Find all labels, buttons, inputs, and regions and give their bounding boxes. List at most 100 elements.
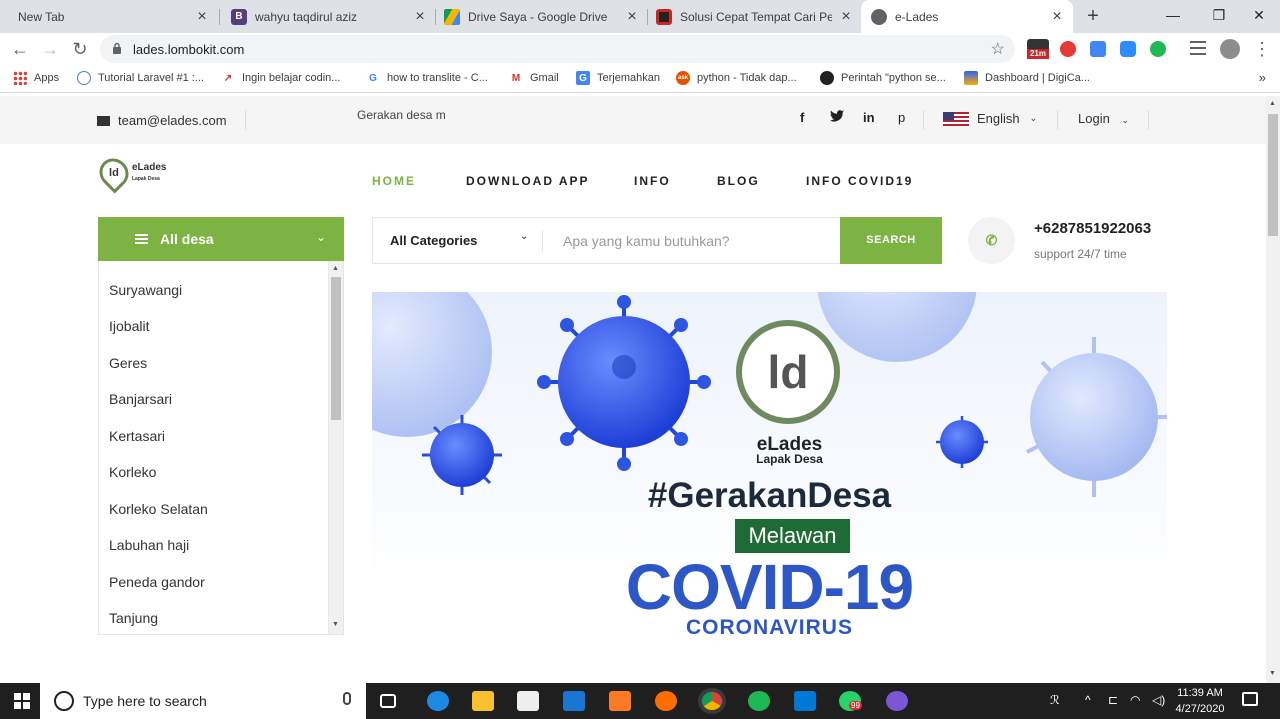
taskbar-search[interactable]: Type here to search [40, 683, 366, 719]
desa-item-peneda-gandor[interactable]: Peneda gandor [109, 574, 205, 590]
show-hidden-icons[interactable]: ^ [1085, 693, 1091, 707]
desa-item-tanjung[interactable]: Tanjung [109, 610, 158, 626]
nav-blog[interactable]: BLOG [717, 174, 760, 188]
site-logo[interactable]: ld eLades Lapak Desa [93, 152, 166, 194]
purple-app-icon[interactable] [886, 691, 908, 711]
nav-home[interactable]: HOME [372, 174, 416, 188]
bookmark-codepolitan[interactable]: ↗ Ingin belajar codin... [221, 71, 341, 85]
tab-close-icon[interactable]: × [194, 8, 210, 25]
chrome-menu-icon[interactable]: ⋮ [1250, 37, 1274, 61]
search-input[interactable] [545, 226, 835, 256]
tab-elades[interactable]: e-Lades × [861, 0, 1073, 33]
bookmarks-more-button[interactable]: » [1259, 70, 1266, 85]
zoom-extension-icon[interactable] [1120, 41, 1136, 57]
desa-list-scrollbar[interactable]: ▲ ▼ [328, 261, 343, 634]
bookmark-terjemahkan[interactable]: G Terjemahkan [576, 71, 660, 85]
bookmark-dashboard-digicamp[interactable]: Dashboard | DigiCa... [964, 71, 1090, 85]
desa-item-geres[interactable]: Geres [109, 355, 147, 371]
desa-item-suryawangi[interactable]: Suryawangi [109, 282, 182, 298]
bookmark-perintah-python[interactable]: Perintah "python se... [820, 71, 946, 85]
support-phone[interactable]: +6287851922063 [1034, 220, 1151, 237]
task-view-icon[interactable] [380, 694, 396, 708]
desa-item-banjarsari[interactable]: Banjarsari [109, 391, 172, 407]
scroll-up-icon[interactable]: ▲ [332, 265, 339, 272]
windows-start-icon[interactable] [14, 693, 30, 709]
wifi-icon[interactable]: ◠ [1130, 693, 1140, 707]
bookmark-python[interactable]: ask python - Tidak dap... [676, 71, 797, 85]
vscode-icon[interactable] [794, 691, 816, 711]
store-icon[interactable] [517, 691, 539, 711]
bookmark-apps[interactable]: Apps [13, 71, 59, 85]
bookmark-label: Tutorial Laravel #1 :... [98, 72, 204, 84]
volume-icon[interactable]: ◁) [1152, 693, 1165, 707]
calendar-extension-icon[interactable]: 21m [1027, 39, 1049, 59]
opera-extension-icon[interactable] [1060, 41, 1076, 57]
brand-subtitle: Lapak Desa [756, 452, 823, 466]
facebook-icon[interactable]: f [800, 110, 804, 125]
reading-list-icon[interactable] [1190, 41, 1206, 57]
scroll-up-icon[interactable]: ▲ [1269, 100, 1276, 107]
banner-brand: eLades Lapak Desa [742, 435, 837, 467]
edge-icon[interactable] [427, 691, 449, 711]
nav-info[interactable]: INFO [634, 174, 671, 188]
green-extension-icon[interactable] [1150, 41, 1166, 57]
scrollbar-thumb[interactable] [331, 277, 341, 420]
spotify-icon[interactable] [748, 691, 770, 711]
action-center-icon[interactable] [1242, 692, 1258, 706]
new-tab-button[interactable]: + [1081, 4, 1105, 28]
close-window-button[interactable]: ✕ [1236, 0, 1280, 30]
login-dropdown[interactable]: Login ⌄ [1078, 111, 1129, 126]
linkedin-icon[interactable]: in [863, 110, 875, 125]
twitter-icon[interactable] [830, 110, 844, 125]
covid-banner[interactable]: ld eLades Lapak Desa #GerakanDesa Melawa… [372, 292, 1167, 654]
profile-avatar[interactable] [1220, 39, 1240, 59]
nav-info-covid19[interactable]: INFO COVID19 [806, 174, 913, 188]
chrome-icon[interactable] [698, 688, 726, 714]
tab-new-tab[interactable]: New Tab × [0, 0, 218, 33]
reload-button[interactable]: ↻ [68, 37, 92, 61]
sublime-icon[interactable] [655, 691, 677, 711]
minimize-button[interactable]: — [1150, 0, 1196, 30]
pinterest-icon[interactable]: p [898, 110, 905, 125]
bookmark-laravel[interactable]: Tutorial Laravel #1 :... [77, 71, 204, 85]
page-scrollbar[interactable]: ▲ ▼ [1266, 96, 1280, 683]
mail-icon[interactable] [563, 691, 585, 711]
forward-button[interactable]: → [38, 37, 62, 61]
file-explorer-icon[interactable] [472, 691, 494, 711]
network-icon[interactable]: ⊏ [1108, 693, 1118, 707]
bookmark-how-to-translite[interactable]: G how to translite - C... [366, 71, 488, 85]
contact-email[interactable]: team@elades.com [97, 113, 227, 128]
tab-close-icon[interactable]: × [624, 8, 640, 25]
xampp-icon[interactable] [609, 691, 631, 711]
bookmark-star-icon[interactable]: ☆ [991, 39, 1005, 59]
marquee-text: Gerakan desa m [357, 108, 446, 122]
tab-close-icon[interactable]: × [1049, 8, 1065, 25]
bookmark-label: python - Tidak dap... [697, 72, 797, 84]
translate-extension-icon[interactable] [1090, 41, 1106, 57]
desa-item-korleko[interactable]: Korleko [109, 464, 156, 480]
search-button[interactable]: SEARCH [840, 217, 942, 264]
desa-item-kertasari[interactable]: Kertasari [109, 428, 165, 444]
tab-google-drive[interactable]: Drive Saya - Google Drive × [436, 0, 646, 33]
scroll-down-icon[interactable]: ▼ [332, 621, 339, 628]
people-icon[interactable]: ℛ [1050, 693, 1060, 707]
desa-item-korleko-selatan[interactable]: Korleko Selatan [109, 501, 208, 517]
category-select[interactable]: All Categories [390, 233, 477, 248]
nav-download-app[interactable]: DOWNLOAD APP [466, 174, 590, 188]
address-bar[interactable]: lades.lombokit.com ☆ [100, 35, 1015, 63]
desa-item-ijobalit[interactable]: Ijobalit [109, 318, 149, 334]
whatsapp-icon[interactable]: 99 [839, 691, 862, 711]
scroll-down-icon[interactable]: ▼ [1269, 670, 1276, 677]
language-selector[interactable]: English ⌄ [943, 111, 1037, 126]
bookmark-gmail[interactable]: M Gmail [509, 71, 559, 85]
tab-close-icon[interactable]: × [412, 8, 428, 25]
scrollbar-thumb[interactable] [1268, 114, 1278, 236]
all-desa-dropdown[interactable]: All desa ⌄ [98, 217, 344, 261]
back-button[interactable]: ← [8, 37, 32, 61]
tab-solusi[interactable]: Solusi Cepat Tempat Cari Peng × [648, 0, 860, 33]
desa-item-labuhan-haji[interactable]: Labuhan haji [109, 537, 189, 553]
tab-wahyu[interactable]: B wahyu taqdirul aziz × [220, 0, 434, 33]
system-clock[interactable]: 11:39 AM 4/27/2020 [1172, 685, 1228, 717]
tab-close-icon[interactable]: × [838, 8, 854, 25]
microphone-icon[interactable] [343, 692, 351, 705]
